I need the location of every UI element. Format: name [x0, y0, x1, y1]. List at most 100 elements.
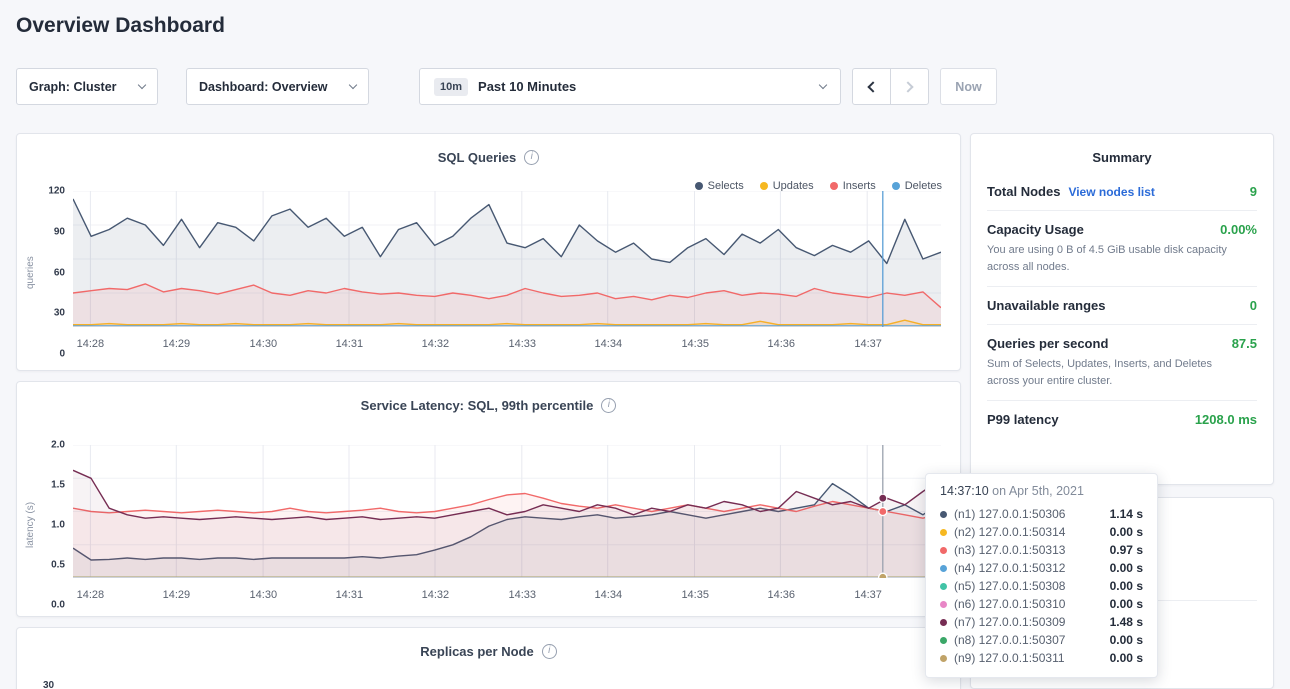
tooltip-node-label: (n6) 127.0.0.1:50310 — [954, 597, 1065, 611]
x-tick-label: 14:34 — [595, 589, 623, 601]
info-icon[interactable] — [601, 398, 616, 413]
chart-header: SQL Queries — [17, 134, 960, 165]
chart-title: Service Latency: SQL, 99th percentile — [361, 398, 594, 413]
graph-dropdown[interactable]: Graph: Cluster — [16, 68, 158, 105]
plot-area: 14:2814:2914:3014:3114:3214:3314:3414:35… — [73, 191, 942, 354]
chevron-down-icon — [349, 81, 357, 89]
next-time-button[interactable] — [890, 68, 929, 105]
summary-row: Total NodesView nodes list9 — [987, 173, 1257, 210]
series-dot-icon — [940, 655, 947, 662]
tooltip-rows: (n1) 127.0.0.1:503061.14 s(n2) 127.0.0.1… — [940, 505, 1143, 667]
dashboard-dropdown-label: Dashboard: Overview — [199, 80, 328, 94]
sql-queries-card: SQL Queries SelectsUpdatesInsertsDeletes… — [16, 133, 961, 371]
sql-chart-plot[interactable] — [73, 191, 941, 327]
summary-row: Unavailable ranges 0 — [987, 286, 1257, 324]
summary-row: Capacity Usage 0.00% You are using 0 B of … — [987, 210, 1257, 286]
tooltip-node-label: (n1) 127.0.0.1:50306 — [954, 507, 1065, 521]
y-axis-unit-label: latency (s) — [25, 445, 39, 605]
tooltip-node-label: (n3) 127.0.0.1:50313 — [954, 543, 1065, 557]
y-tick-label: 90 — [54, 226, 65, 237]
page-title: Overview Dashboard — [16, 14, 225, 38]
summary-label: Unavailable ranges — [987, 298, 1106, 313]
tooltip-row: (n6) 127.0.0.1:503100.00 s — [940, 595, 1143, 613]
summary-row: Queries per second87.5Sum of Selects, Up… — [987, 324, 1257, 400]
service-latency-card: Service Latency: SQL, 99th percentile la… — [16, 381, 961, 617]
tooltip-row: (n2) 127.0.0.1:503140.00 s — [940, 523, 1143, 541]
y-tick-label: 30 — [54, 308, 65, 319]
latency-chart-plot[interactable] — [73, 445, 941, 578]
x-tick-label: 14:37 — [854, 338, 882, 350]
chart-tooltip: 14:37:10 on Apr 5th, 2021 (n1) 127.0.0.1… — [925, 473, 1158, 678]
info-icon[interactable] — [524, 150, 539, 165]
chevron-left-icon — [867, 81, 878, 92]
x-tick-label: 14:32 — [422, 338, 450, 350]
legend-dot-icon — [892, 182, 900, 190]
chart-header: Service Latency: SQL, 99th percentile — [17, 382, 960, 413]
x-axis: 14:2814:2914:3014:3114:3214:3314:3414:35… — [73, 336, 942, 354]
time-range-picker[interactable]: 10m Past 10 Minutes — [419, 68, 841, 105]
x-tick-label: 14:32 — [422, 589, 450, 601]
chart-title: Replicas per Node — [420, 644, 533, 659]
y-tick-label: 0.0 — [51, 600, 65, 611]
x-tick-label: 14:35 — [681, 589, 709, 601]
summary-panel: Summary Total NodesView nodes list9Capac… — [970, 133, 1274, 485]
y-tick-label: 120 — [48, 186, 65, 197]
x-tick-label: 14:29 — [163, 338, 191, 350]
latency-plot-row: latency (s) 0.00.51.01.52.0 14:2814:2914… — [25, 445, 942, 605]
series-dot-icon — [940, 565, 947, 572]
tooltip-node-label: (n9) 127.0.0.1:50311 — [954, 651, 1065, 665]
summary-value: 1208.0 ms — [1195, 412, 1257, 427]
chevron-down-icon — [138, 81, 146, 89]
x-tick-label: 14:30 — [250, 338, 278, 350]
summary-value: 0.00% — [1220, 222, 1257, 237]
tooltip-node-label: (n2) 127.0.0.1:50314 — [954, 525, 1065, 539]
time-range-label: Past 10 Minutes — [478, 79, 576, 94]
prev-time-button[interactable] — [852, 68, 891, 105]
tooltip-value: 0.00 s — [1110, 633, 1143, 647]
x-tick-label: 14:36 — [767, 589, 795, 601]
tooltip-row: (n3) 127.0.0.1:50313 0.97 s — [940, 541, 1143, 559]
view-nodes-link[interactable]: View nodes list — [1068, 185, 1154, 199]
tooltip-date: on Apr 5th, 2021 — [992, 484, 1084, 498]
summary-label: Capacity Usage — [987, 222, 1084, 237]
tooltip-header: 14:37:10 on Apr 5th, 2021 — [940, 484, 1143, 498]
summary-value: 9 — [1250, 184, 1257, 199]
tooltip-row: (n8) 127.0.0.1:50307 0.00 s — [940, 631, 1143, 649]
x-tick-label: 14:31 — [336, 589, 364, 601]
series-dot-icon — [940, 637, 947, 644]
chart-title: SQL Queries — [438, 150, 517, 165]
y-axis: 0306090120 — [39, 191, 73, 354]
overview-dashboard-page: Overview Dashboard Graph: Cluster Dashbo… — [0, 0, 1290, 689]
summary-subtext: You are using 0 B of 4.5 GiB usable disk… — [987, 242, 1239, 275]
summary-subtext: Sum of Selects, Updates, Inserts, and De… — [987, 356, 1239, 389]
x-tick-label: 14:33 — [509, 338, 537, 350]
now-button[interactable]: Now — [940, 68, 997, 105]
tooltip-row: (n7) 127.0.0.1:503091.48 s — [940, 613, 1143, 631]
tooltip-value: 0.00 s — [1110, 651, 1143, 665]
info-icon[interactable] — [542, 644, 557, 659]
tooltip-node-label: (n5) 127.0.0.1:50308 — [954, 579, 1065, 593]
summary-row: P99 latency 1208.0 ms — [987, 400, 1257, 438]
tooltip-value: 1.48 s — [1110, 615, 1143, 629]
y-tick-label: 1.0 — [51, 520, 65, 531]
series-dot-icon — [940, 547, 947, 554]
tooltip-value: 0.97 s — [1110, 543, 1143, 557]
tooltip-node-label: (n8) 127.0.0.1:50307 — [954, 633, 1065, 647]
time-range-badge: 10m — [434, 78, 468, 96]
y-tick-label: 30 — [43, 680, 952, 689]
tooltip-time: 14:37:10 — [940, 484, 989, 498]
series-dot-icon — [940, 529, 947, 536]
x-tick-label: 14:28 — [77, 338, 105, 350]
x-tick-label: 14:33 — [509, 589, 537, 601]
tooltip-row: (n9) 127.0.0.1:50311 0.00 s — [940, 649, 1143, 667]
chart-header: Replicas per Node — [17, 628, 960, 659]
y-axis-unit-label: queries — [25, 191, 39, 354]
series-dot-icon — [940, 619, 947, 626]
sql-plot-row: queries 0306090120 14:2814:2914:3014:311… — [25, 191, 942, 354]
summary-value: 0 — [1250, 298, 1257, 313]
dashboard-dropdown[interactable]: Dashboard: Overview — [186, 68, 369, 105]
tooltip-node-label: (n4) 127.0.0.1:50312 — [954, 561, 1065, 575]
summary-label: P99 latency — [987, 412, 1059, 427]
tooltip-value: 0.00 s — [1110, 579, 1143, 593]
tooltip-row: (n5) 127.0.0.1:50308 0.00 s — [940, 577, 1143, 595]
